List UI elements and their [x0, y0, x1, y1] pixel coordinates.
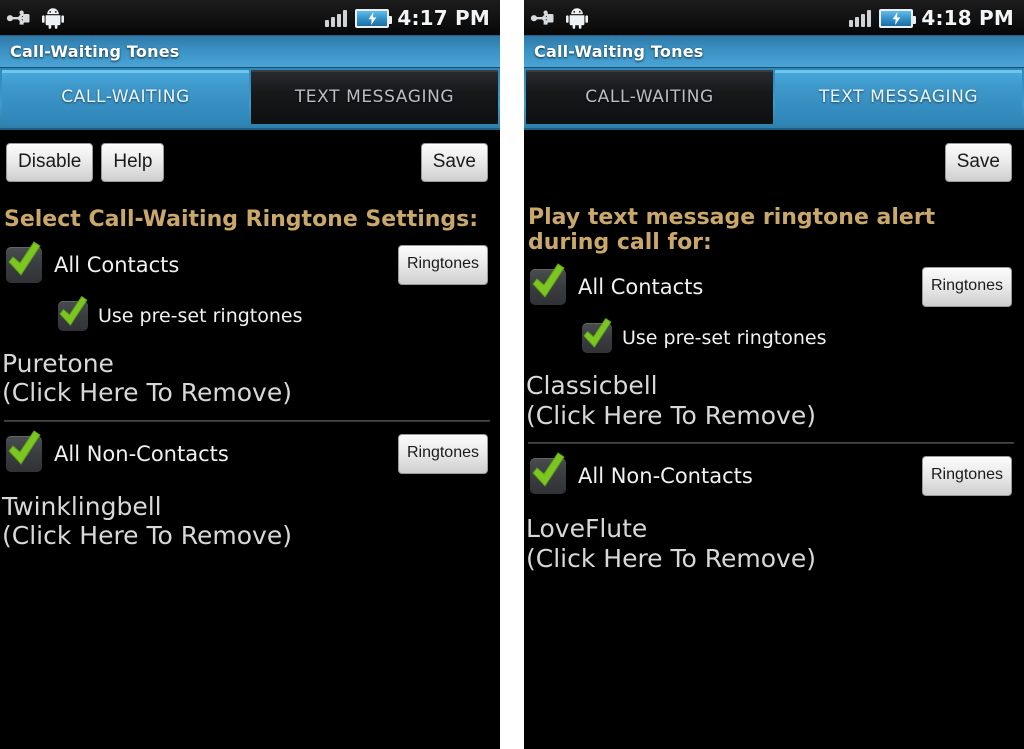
save-button[interactable]: Save [420, 143, 488, 182]
ringtones-button-non-contacts[interactable]: Ringtones [397, 433, 488, 474]
tab-call-waiting[interactable]: CALL-WAITING [2, 70, 249, 124]
tab-bar: CALL-WAITING TEXT MESSAGING [524, 68, 1024, 130]
usb-icon [530, 8, 558, 28]
use-preset-checkbox-contacts[interactable] [582, 318, 612, 354]
use-preset-row-contacts: Use pre-set ringtones [524, 307, 1024, 354]
tone-non-contacts[interactable]: Twinklingbell (Click Here To Remove) [0, 474, 500, 551]
tab-text-messaging-label: TEXT MESSAGING [818, 87, 979, 107]
tab-text-messaging[interactable]: TEXT MESSAGING [775, 70, 1022, 124]
phone-screen-right: 4:18 PM Call-Waiting Tones CALL-WAITING … [524, 0, 1024, 749]
app-title-bar: Call-Waiting Tones [0, 36, 500, 68]
tab-bar: CALL-WAITING TEXT MESSAGING [0, 68, 500, 130]
tone-non-contacts[interactable]: LoveFlute (Click Here To Remove) [524, 496, 1024, 573]
status-bar: 4:18 PM [524, 0, 1024, 36]
status-bar-right-icons: 4:18 PM [849, 6, 1014, 30]
screen-content: Disable Help Save Select Call-Waiting Ri… [0, 130, 500, 749]
all-contacts-row: All Contacts Ringtones [0, 233, 500, 285]
tab-text-messaging-label: TEXT MESSAGING [294, 87, 455, 107]
tone-hint-non-contacts: (Click Here To Remove) [526, 543, 816, 573]
checkmark-icon [532, 452, 565, 488]
lightning-bolt-icon [368, 11, 377, 25]
all-contacts-label: All Contacts [578, 275, 704, 300]
tone-contacts[interactable]: Puretone (Click Here To Remove) [0, 331, 500, 408]
tone-hint-non-contacts: (Click Here To Remove) [2, 521, 292, 551]
android-robot-icon [41, 7, 65, 29]
app-title: Call-Waiting Tones [534, 42, 704, 61]
use-preset-row-contacts: Use pre-set ringtones [0, 285, 500, 331]
tone-contacts[interactable]: Classicbell (Click Here To Remove) [524, 353, 1024, 430]
section-heading: Play text message ringtone alert during … [528, 205, 936, 255]
usb-icon [6, 8, 34, 28]
lightning-bolt-icon [892, 11, 901, 25]
tone-name-contacts: Classicbell [526, 371, 658, 401]
app-title: Call-Waiting Tones [10, 42, 180, 61]
all-non-contacts-label: All Non-Contacts [578, 464, 753, 489]
tone-hint-contacts: (Click Here To Remove) [526, 400, 816, 430]
battery-charging-icon [879, 8, 917, 28]
all-non-contacts-row: All Non-Contacts Ringtones [0, 422, 500, 474]
toolbar-row: Disable Help Save [0, 130, 500, 182]
android-robot-icon [565, 7, 589, 29]
tone-hint-contacts: (Click Here To Remove) [2, 378, 292, 408]
panel-gap [500, 0, 524, 749]
screen-content: Save Play text message ringtone alert du… [524, 130, 1024, 749]
signal-bars-icon [849, 9, 872, 27]
checkmark-icon [59, 295, 88, 326]
tone-name-contacts: Puretone [2, 348, 114, 378]
tab-call-waiting-label: CALL-WAITING [585, 87, 714, 107]
all-contacts-checkbox[interactable] [530, 263, 566, 306]
help-button[interactable]: Help [101, 143, 165, 182]
use-preset-label-contacts: Use pre-set ringtones [98, 304, 303, 327]
battery-charging-icon [355, 8, 393, 28]
all-contacts-label: All Contacts [54, 252, 180, 277]
section-heading: Select Call-Waiting Ringtone Settings: [4, 207, 479, 232]
checkmark-icon [8, 429, 41, 465]
clock-time: 4:18 PM [921, 6, 1014, 30]
all-non-contacts-label: All Non-Contacts [54, 441, 229, 466]
all-non-contacts-checkbox[interactable] [6, 429, 42, 472]
tab-call-waiting-label: CALL-WAITING [61, 87, 190, 107]
status-bar-left-icons [530, 7, 589, 29]
status-bar-left-icons [6, 7, 65, 29]
status-bar: 4:17 PM [0, 0, 500, 36]
status-bar-right-icons: 4:17 PM [325, 6, 490, 30]
disable-button[interactable]: Disable [6, 143, 94, 182]
all-contacts-checkbox[interactable] [6, 240, 42, 283]
signal-bars-icon [325, 9, 348, 27]
tone-name-non-contacts: Twinklingbell [2, 491, 162, 521]
all-non-contacts-row: All Non-Contacts Ringtones [524, 444, 1024, 497]
checkmark-icon [532, 263, 565, 299]
phone-screen-left: 4:17 PM Call-Waiting Tones CALL-WAITING … [0, 0, 500, 749]
use-preset-label-contacts: Use pre-set ringtones [622, 327, 827, 350]
all-non-contacts-checkbox[interactable] [530, 452, 566, 495]
all-contacts-row: All Contacts Ringtones [524, 255, 1024, 308]
tab-text-messaging[interactable]: TEXT MESSAGING [251, 70, 498, 124]
checkmark-icon [8, 240, 41, 276]
checkmark-icon [583, 318, 612, 349]
use-preset-checkbox-contacts[interactable] [58, 295, 88, 331]
ringtones-button-contacts[interactable]: Ringtones [397, 244, 488, 285]
clock-time: 4:17 PM [397, 6, 490, 30]
app-title-bar: Call-Waiting Tones [524, 36, 1024, 68]
tone-name-non-contacts: LoveFlute [526, 514, 648, 544]
ringtones-button-contacts[interactable]: Ringtones [921, 267, 1012, 308]
dual-screenshot-stage: 4:17 PM Call-Waiting Tones CALL-WAITING … [0, 0, 1024, 749]
toolbar-row: Save [524, 130, 1024, 182]
save-button[interactable]: Save [944, 143, 1012, 182]
tab-call-waiting[interactable]: CALL-WAITING [526, 70, 773, 124]
ringtones-button-non-contacts[interactable]: Ringtones [921, 456, 1012, 497]
